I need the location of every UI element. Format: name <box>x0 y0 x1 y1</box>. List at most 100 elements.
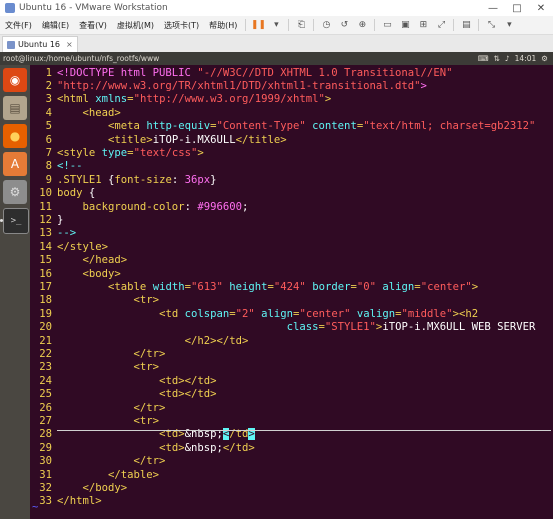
fit-guest-icon[interactable]: ⤡ <box>484 19 498 31</box>
keyboard-indicator-icon[interactable]: ⌨ <box>478 54 489 63</box>
code-token: </tr> <box>133 347 166 360</box>
code-token: http-equiv <box>146 120 211 133</box>
unity-launcher: ◉ ▤ ● A ⚙ >_ <box>0 65 30 519</box>
line-number: 22 <box>39 347 52 360</box>
revert-snapshot-icon[interactable]: ↺ <box>337 19 351 31</box>
toolbar-divider <box>453 19 455 31</box>
code-line: 26 </tr> <box>30 402 553 415</box>
code-line: 8 <!-- <box>30 160 553 173</box>
code-token: } <box>57 213 64 226</box>
code-line: 6 <title>iTOP-i.MX6ULL</title> <box>30 134 553 147</box>
dash-icon[interactable]: ◉ <box>3 68 27 92</box>
network-icon[interactable]: ⇅ <box>494 54 500 63</box>
firefox-icon[interactable]: ● <box>3 124 27 148</box>
code-token: "http://www.w3.org/TR/xhtml1/DTD/xhtml1-… <box>57 79 421 92</box>
software-center-icon[interactable]: A <box>3 152 27 176</box>
menu-file[interactable]: 文件(F) <box>0 20 37 31</box>
snapshot-icon[interactable]: ◷ <box>319 19 333 31</box>
ubuntu-top-panel: root@linux:/home/ubuntu/nfs_rootfs/www ⌨… <box>0 52 553 65</box>
code-token: </body> <box>82 481 128 494</box>
clock[interactable]: 14:01 <box>515 54 537 63</box>
line-number: 17 <box>39 280 52 293</box>
toolbar-divider <box>374 19 376 31</box>
code-line: 24 <td></td> <box>30 375 553 388</box>
code-token: 36px <box>184 173 211 186</box>
line-number: 6 <box>45 133 52 146</box>
fit-dropdown-icon[interactable]: ▾ <box>502 19 516 31</box>
terminal-editor[interactable]: 1 <!DOCTYPE html PUBLIC "-//W3C//DTD XHTM… <box>30 65 553 519</box>
volume-icon[interactable]: ♪ <box>505 54 510 63</box>
code-token: > <box>471 280 479 293</box>
line-number: 20 <box>39 321 52 334</box>
empty-line-tilde: ~ <box>32 501 39 513</box>
stretch-icon[interactable]: ⤢ <box>434 19 448 31</box>
code-line: 11 background-color: #996600; <box>30 201 553 214</box>
tab-close-icon[interactable]: × <box>66 40 73 49</box>
line-number: 14 <box>39 240 52 253</box>
code-token: : <box>171 173 185 186</box>
maximize-button[interactable]: □ <box>505 3 529 14</box>
line-number: 4 <box>45 106 52 119</box>
line-number: 9 <box>45 173 52 186</box>
code-token: ; <box>242 200 249 213</box>
send-keys-icon[interactable]: ⎗ <box>294 19 308 31</box>
code-token: xmlns <box>95 93 128 106</box>
line-number: 31 <box>39 468 52 481</box>
code-token: "2" <box>235 307 255 320</box>
snapshot-manager-icon[interactable]: ⊕ <box>355 19 369 31</box>
settings-icon[interactable]: ⚙ <box>3 180 27 204</box>
code-token: colspan <box>184 307 230 320</box>
menu-vm[interactable]: 虚拟机(M) <box>112 20 159 31</box>
code-token: "424" <box>273 280 306 293</box>
line-number: 1 <box>45 66 52 79</box>
code-token: ><h2 <box>452 307 479 320</box>
code-line: 33 </html> <box>30 495 553 508</box>
vm-icon <box>7 40 15 49</box>
code-token: </style> <box>57 240 109 253</box>
tab-ubuntu-16[interactable]: Ubuntu 16 × <box>2 36 78 52</box>
toolbar-divider <box>313 19 315 31</box>
code-token: iTOP-i.MX6ULL <box>152 133 236 146</box>
full-screen-icon[interactable]: ▭ <box>380 19 394 31</box>
code-token: .STYLE1 <box>57 173 109 186</box>
pause-icon[interactable]: ❚❚ <box>251 19 266 31</box>
unity-icon[interactable]: ▣ <box>398 19 412 31</box>
code-line: 13 --> <box>30 227 553 240</box>
terminal-window-title: root@linux:/home/ubuntu/nfs_rootfs/www <box>3 54 160 63</box>
code-token: </td> <box>222 441 255 454</box>
line-number: 8 <box>45 160 52 173</box>
tab-label: Ubuntu 16 <box>18 40 61 49</box>
terminal-icon[interactable]: >_ <box>3 208 29 234</box>
menu-edit[interactable]: 编辑(E) <box>37 20 74 31</box>
code-token: "center" <box>420 280 472 293</box>
console-view-icon[interactable]: ▤ <box>459 19 473 31</box>
view-switch-icon[interactable]: ⊞ <box>416 19 430 31</box>
code-token: <!-- <box>57 160 83 173</box>
files-icon[interactable]: ▤ <box>3 96 27 120</box>
code-token: <!DOCTYPE html PUBLIC <box>57 66 198 79</box>
close-button[interactable]: ✕ <box>529 3 553 14</box>
power-menu-icon[interactable]: ⚙ <box>541 54 548 63</box>
code-token: <table <box>108 280 153 293</box>
code-token: "text/css" <box>133 146 198 159</box>
minimize-button[interactable]: — <box>481 3 505 14</box>
code-line: 9 .STYLE1 {font-size: 36px} <box>30 174 553 187</box>
code-token: </table> <box>108 468 160 481</box>
code-line: 3 <html xmlns="http://www.w3.org/1999/xht… <box>30 93 553 106</box>
menu-help[interactable]: 帮助(H) <box>204 20 242 31</box>
line-number: 13 <box>39 227 52 240</box>
code-token: width <box>152 280 185 293</box>
code-token: iTOP-i.MX6ULL WEB SERVER <box>382 321 536 334</box>
power-dropdown-icon[interactable]: ▾ <box>269 19 283 31</box>
menu-view[interactable]: 查看(V) <box>74 20 112 31</box>
menu-tabs[interactable]: 选项卡(T) <box>159 20 204 31</box>
line-number: 12 <box>39 213 52 226</box>
